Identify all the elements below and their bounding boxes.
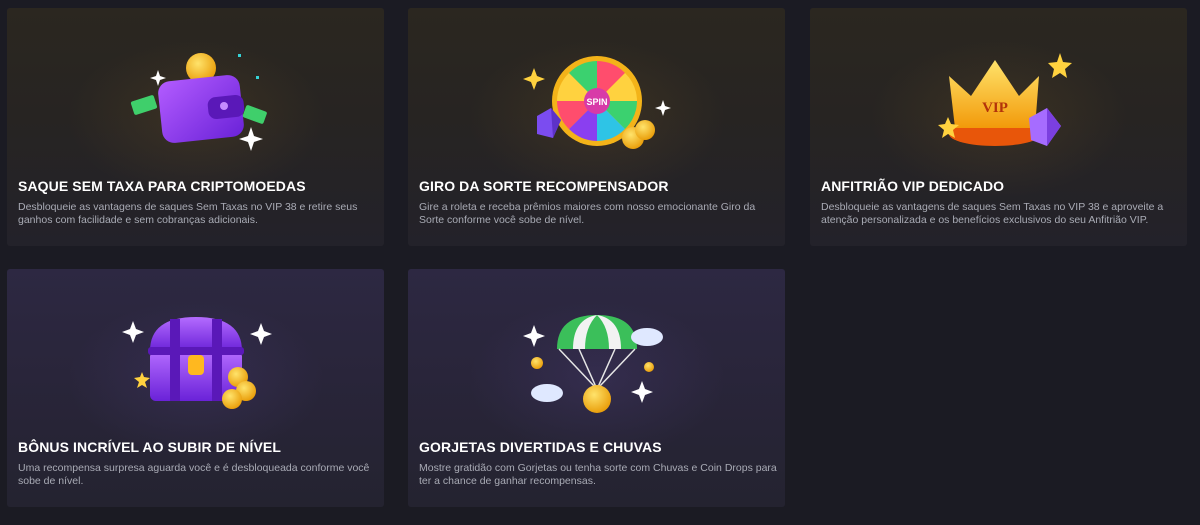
wallet-coins-icon bbox=[130, 53, 267, 151]
card-description: Gire a roleta e receba prêmios maiores c… bbox=[419, 201, 756, 226]
vip-benefit-card-level-up-bonus: BÔNUS INCRÍVEL AO SUBIR DE NÍVEL Uma rec… bbox=[7, 269, 384, 507]
wheel-label: SPIN bbox=[586, 97, 607, 107]
card-description: Desbloqueie as vantagens de saques Sem T… bbox=[18, 201, 358, 226]
card-description: Mostre gratidão com Gorjetas ou tenha so… bbox=[419, 462, 777, 487]
card-title: SAQUE SEM TAXA PARA CRIPTOMOEDAS bbox=[18, 178, 306, 194]
vip-crown-icon: VIP bbox=[937, 53, 1072, 146]
card-title: GORJETAS DIVERTIDAS E CHUVAS bbox=[419, 439, 662, 455]
vip-benefit-card-vip-host: VIP ANFITRIÃO VIP DEDICADO Desbloqueie a… bbox=[810, 8, 1187, 246]
vip-benefit-card-crypto-withdrawal: SAQUE SEM TAXA PARA CRIPTOMOEDAS Desbloq… bbox=[7, 8, 384, 246]
parachute-coin-icon bbox=[522, 315, 663, 413]
card-description: Desbloqueie as vantagens de saques Sem T… bbox=[821, 201, 1164, 226]
card-title: GIRO DA SORTE RECOMPENSADOR bbox=[419, 178, 669, 194]
card-title: BÔNUS INCRÍVEL AO SUBIR DE NÍVEL bbox=[18, 439, 282, 455]
spin-wheel-icon: SPIN bbox=[522, 56, 671, 149]
card-description: Uma recompensa surpresa aguarda você e é… bbox=[18, 462, 370, 487]
crown-label: VIP bbox=[982, 100, 1008, 116]
treasure-chest-icon bbox=[121, 317, 272, 409]
card-title: ANFITRIÃO VIP DEDICADO bbox=[821, 178, 1005, 194]
vip-benefit-card-lucky-spin: SPIN GIRO DA SORTE RECOMPENSADOR Gire a … bbox=[408, 8, 785, 246]
vip-benefit-card-tips-rains: GORJETAS DIVERTIDAS E CHUVAS Mostre grat… bbox=[408, 269, 785, 507]
